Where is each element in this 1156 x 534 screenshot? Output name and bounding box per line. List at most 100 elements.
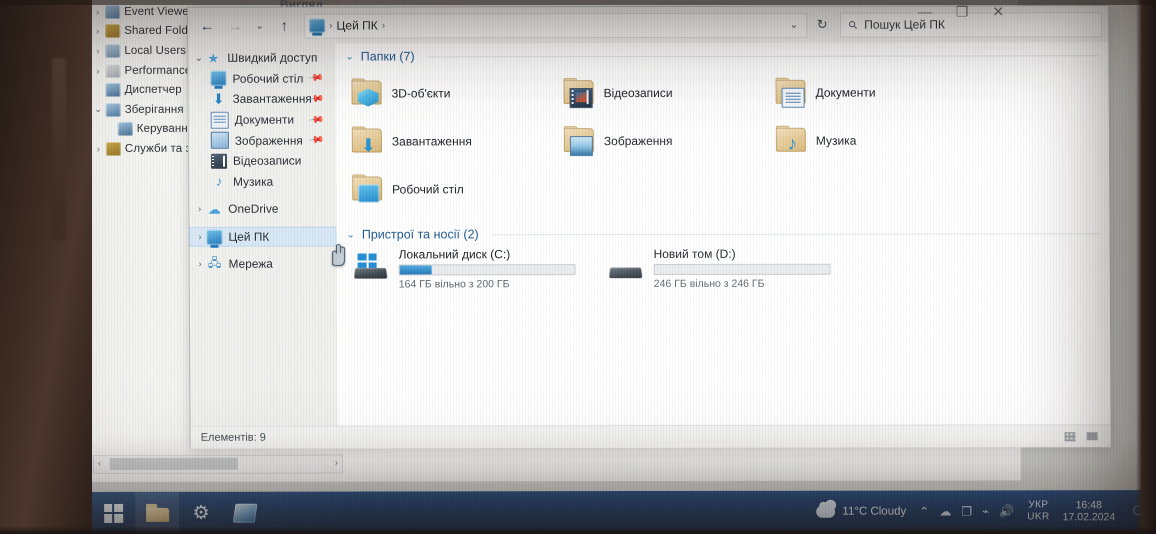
folder-item[interactable]: ♪ Музика: [775, 116, 988, 164]
scroll-right-icon[interactable]: ›: [335, 458, 338, 468]
item-count-label: Елементів: 9: [200, 431, 266, 444]
tree-label: Диспетчер: [124, 84, 182, 97]
tree-twisty[interactable]: ›: [90, 26, 105, 36]
cloud-icon: [816, 505, 836, 518]
chevron-down-icon[interactable]: ⌄: [345, 51, 353, 62]
bluetooth-icon[interactable]: ❒: [961, 504, 972, 518]
weather-widget[interactable]: 11°C Cloudy: [816, 506, 906, 518]
group-header-folders[interactable]: ⌄ Папки (7): [335, 42, 1108, 65]
folder-item[interactable]: Відеозаписи: [563, 69, 775, 117]
volume-icon[interactable]: 🔊: [999, 504, 1014, 518]
clock-time: 16:48: [1075, 498, 1102, 511]
network-icon: 🖧: [207, 255, 222, 270]
tree-label: Performance: [124, 64, 192, 77]
sidebar-item-documents[interactable]: Документи 📌: [189, 109, 336, 130]
twisty-icon[interactable]: ›: [194, 258, 207, 268]
picture-icon: [210, 131, 229, 149]
sidebar-item-videos[interactable]: Відеозаписи: [189, 151, 336, 172]
drive-usage-bar: [398, 264, 576, 276]
pin-icon[interactable]: 📌: [307, 70, 324, 86]
gear-icon: ⚙: [192, 502, 210, 524]
language-indicator[interactable]: УКР UKR: [1027, 499, 1049, 523]
navigation-pane[interactable]: ⌄ ★ Швидкий доступ Робочий стіл 📌 ⬇ Зава…: [188, 44, 337, 426]
file-explorer-window[interactable]: ← → ⌄ ↑ › Цей ПК › ⌄ ↻ ⚲ Пошук Цей ПК ⌄ …: [188, 6, 1111, 449]
sidebar-item-pictures[interactable]: Зображення 📌: [189, 130, 336, 151]
address-dropdown-icon[interactable]: ⌄: [790, 19, 802, 30]
clock[interactable]: 16:48 17.02.2024: [1063, 499, 1116, 524]
onedrive-icon[interactable]: ☁: [939, 504, 951, 518]
back-button[interactable]: ←: [194, 13, 220, 39]
mouse-cursor: [332, 244, 346, 267]
event-viewer-icon: [105, 4, 121, 19]
tree-twisty[interactable]: ⌄: [91, 104, 106, 115]
refresh-button[interactable]: ↻: [809, 12, 835, 37]
file-explorer-icon: [145, 503, 169, 522]
sidebar-item-quick-access[interactable]: ⌄ ★ Швидкий доступ: [188, 48, 335, 69]
status-bar: Елементів: 9: [190, 424, 1111, 449]
tree-twisty[interactable]: ›: [90, 7, 105, 17]
music-icon: ♪: [215, 174, 223, 190]
drive-name: Локальний диск (C:): [398, 247, 511, 262]
drive-item[interactable]: Локальний диск (C:) 164 ГБ вільно з 200 …: [353, 245, 608, 290]
up-button[interactable]: ↑: [271, 13, 297, 39]
large-icons-view-button[interactable]: [1084, 429, 1101, 444]
scrollbar-thumb[interactable]: [109, 457, 238, 470]
twisty-icon[interactable]: ›: [193, 232, 206, 242]
tree-twisty[interactable]: ›: [91, 144, 106, 154]
this-pc-icon: [309, 18, 326, 33]
sidebar-label: Музика: [233, 174, 274, 189]
taskbar-spacer: [267, 512, 816, 513]
recent-locations-button[interactable]: ⌄: [250, 13, 269, 39]
drive-usage-bar: [653, 263, 831, 276]
sidebar-label: Завантаження: [232, 92, 312, 107]
group-header-devices[interactable]: ⌄ Пристрої та носії (2): [336, 220, 1109, 243]
sidebar-item-onedrive[interactable]: › ☁ OneDrive: [189, 199, 336, 220]
scroll-left-icon[interactable]: ‹: [98, 458, 101, 468]
sidebar-item-desktop[interactable]: Робочий стіл 📌: [188, 68, 335, 89]
sidebar-label: Документи: [234, 112, 295, 127]
breadcrumb-separator[interactable]: ›: [382, 20, 385, 31]
close-button[interactable]: ✕: [992, 3, 1004, 19]
twisty-icon[interactable]: ›: [193, 204, 206, 214]
content-pane[interactable]: ⌄ Папки (7) 3D-об'єкти Відеозаписи Докум…: [335, 42, 1111, 426]
folder-item[interactable]: ⬇ Завантаження: [351, 117, 564, 165]
sidebar-label: OneDrive: [228, 202, 279, 217]
address-bar[interactable]: › Цей ПК › ⌄: [304, 12, 808, 39]
maximize-button[interactable]: ❐: [956, 3, 969, 19]
drive-item[interactable]: Новий том (D:) 246 ГБ вільно з 246 ГБ: [608, 245, 863, 290]
sidebar-item-network[interactable]: › 🖧 Мережа: [190, 253, 337, 274]
sidebar-item-music[interactable]: ♪ Музика: [189, 171, 336, 192]
folder-item[interactable]: Документи: [775, 68, 987, 116]
star-icon: ★: [207, 50, 220, 66]
folder-item[interactable]: Зображення: [563, 117, 776, 165]
minimize-button[interactable]: —: [918, 4, 932, 20]
pin-icon[interactable]: 📌: [307, 132, 324, 148]
folder-item[interactable]: 3D-об'єкти: [351, 69, 563, 117]
sidebar-label: Зображення: [234, 133, 303, 148]
folder-name: Робочий стіл: [392, 182, 464, 197]
folder-tiles[interactable]: 3D-об'єкти Відеозаписи Документи ⬇ Заван…: [335, 64, 1109, 213]
folder-music-icon: ♪: [775, 125, 806, 155]
details-view-button[interactable]: [1062, 429, 1079, 444]
drive-name: Новий том (D:): [653, 246, 736, 262]
folder-desktop-icon: [352, 174, 383, 203]
sidebar-item-downloads[interactable]: ⬇ Завантаження 📌: [189, 89, 336, 110]
network-icon[interactable]: ⌁: [982, 504, 989, 518]
tree-twisty[interactable]: ›: [90, 46, 105, 56]
pin-icon[interactable]: 📌: [307, 111, 324, 127]
sidebar-item-this-pc[interactable]: › Цей ПК: [189, 226, 337, 248]
tree-label: Event Viewer: [124, 5, 193, 18]
breadcrumb-item-this-pc[interactable]: Цей ПК: [336, 18, 377, 32]
forward-button[interactable]: →: [222, 13, 248, 39]
drive-tiles[interactable]: Локальний диск (C:) 164 ГБ вільно з 200 …: [336, 242, 1109, 290]
folder-3d-objects-icon: [351, 78, 382, 106]
chevron-down-icon[interactable]: ⌄: [346, 229, 354, 240]
chevron-up-icon[interactable]: ⌃: [919, 505, 929, 519]
tree-twisty[interactable]: ›: [90, 66, 105, 76]
folder-item[interactable]: Робочий стіл: [352, 165, 564, 213]
sidebar-label: Відеозаписи: [232, 153, 302, 169]
video-icon: [210, 153, 228, 169]
twisty-icon[interactable]: ⌄: [192, 53, 205, 64]
services-icon: [105, 141, 121, 156]
horizontal-scrollbar[interactable]: ‹ ›: [92, 454, 343, 474]
